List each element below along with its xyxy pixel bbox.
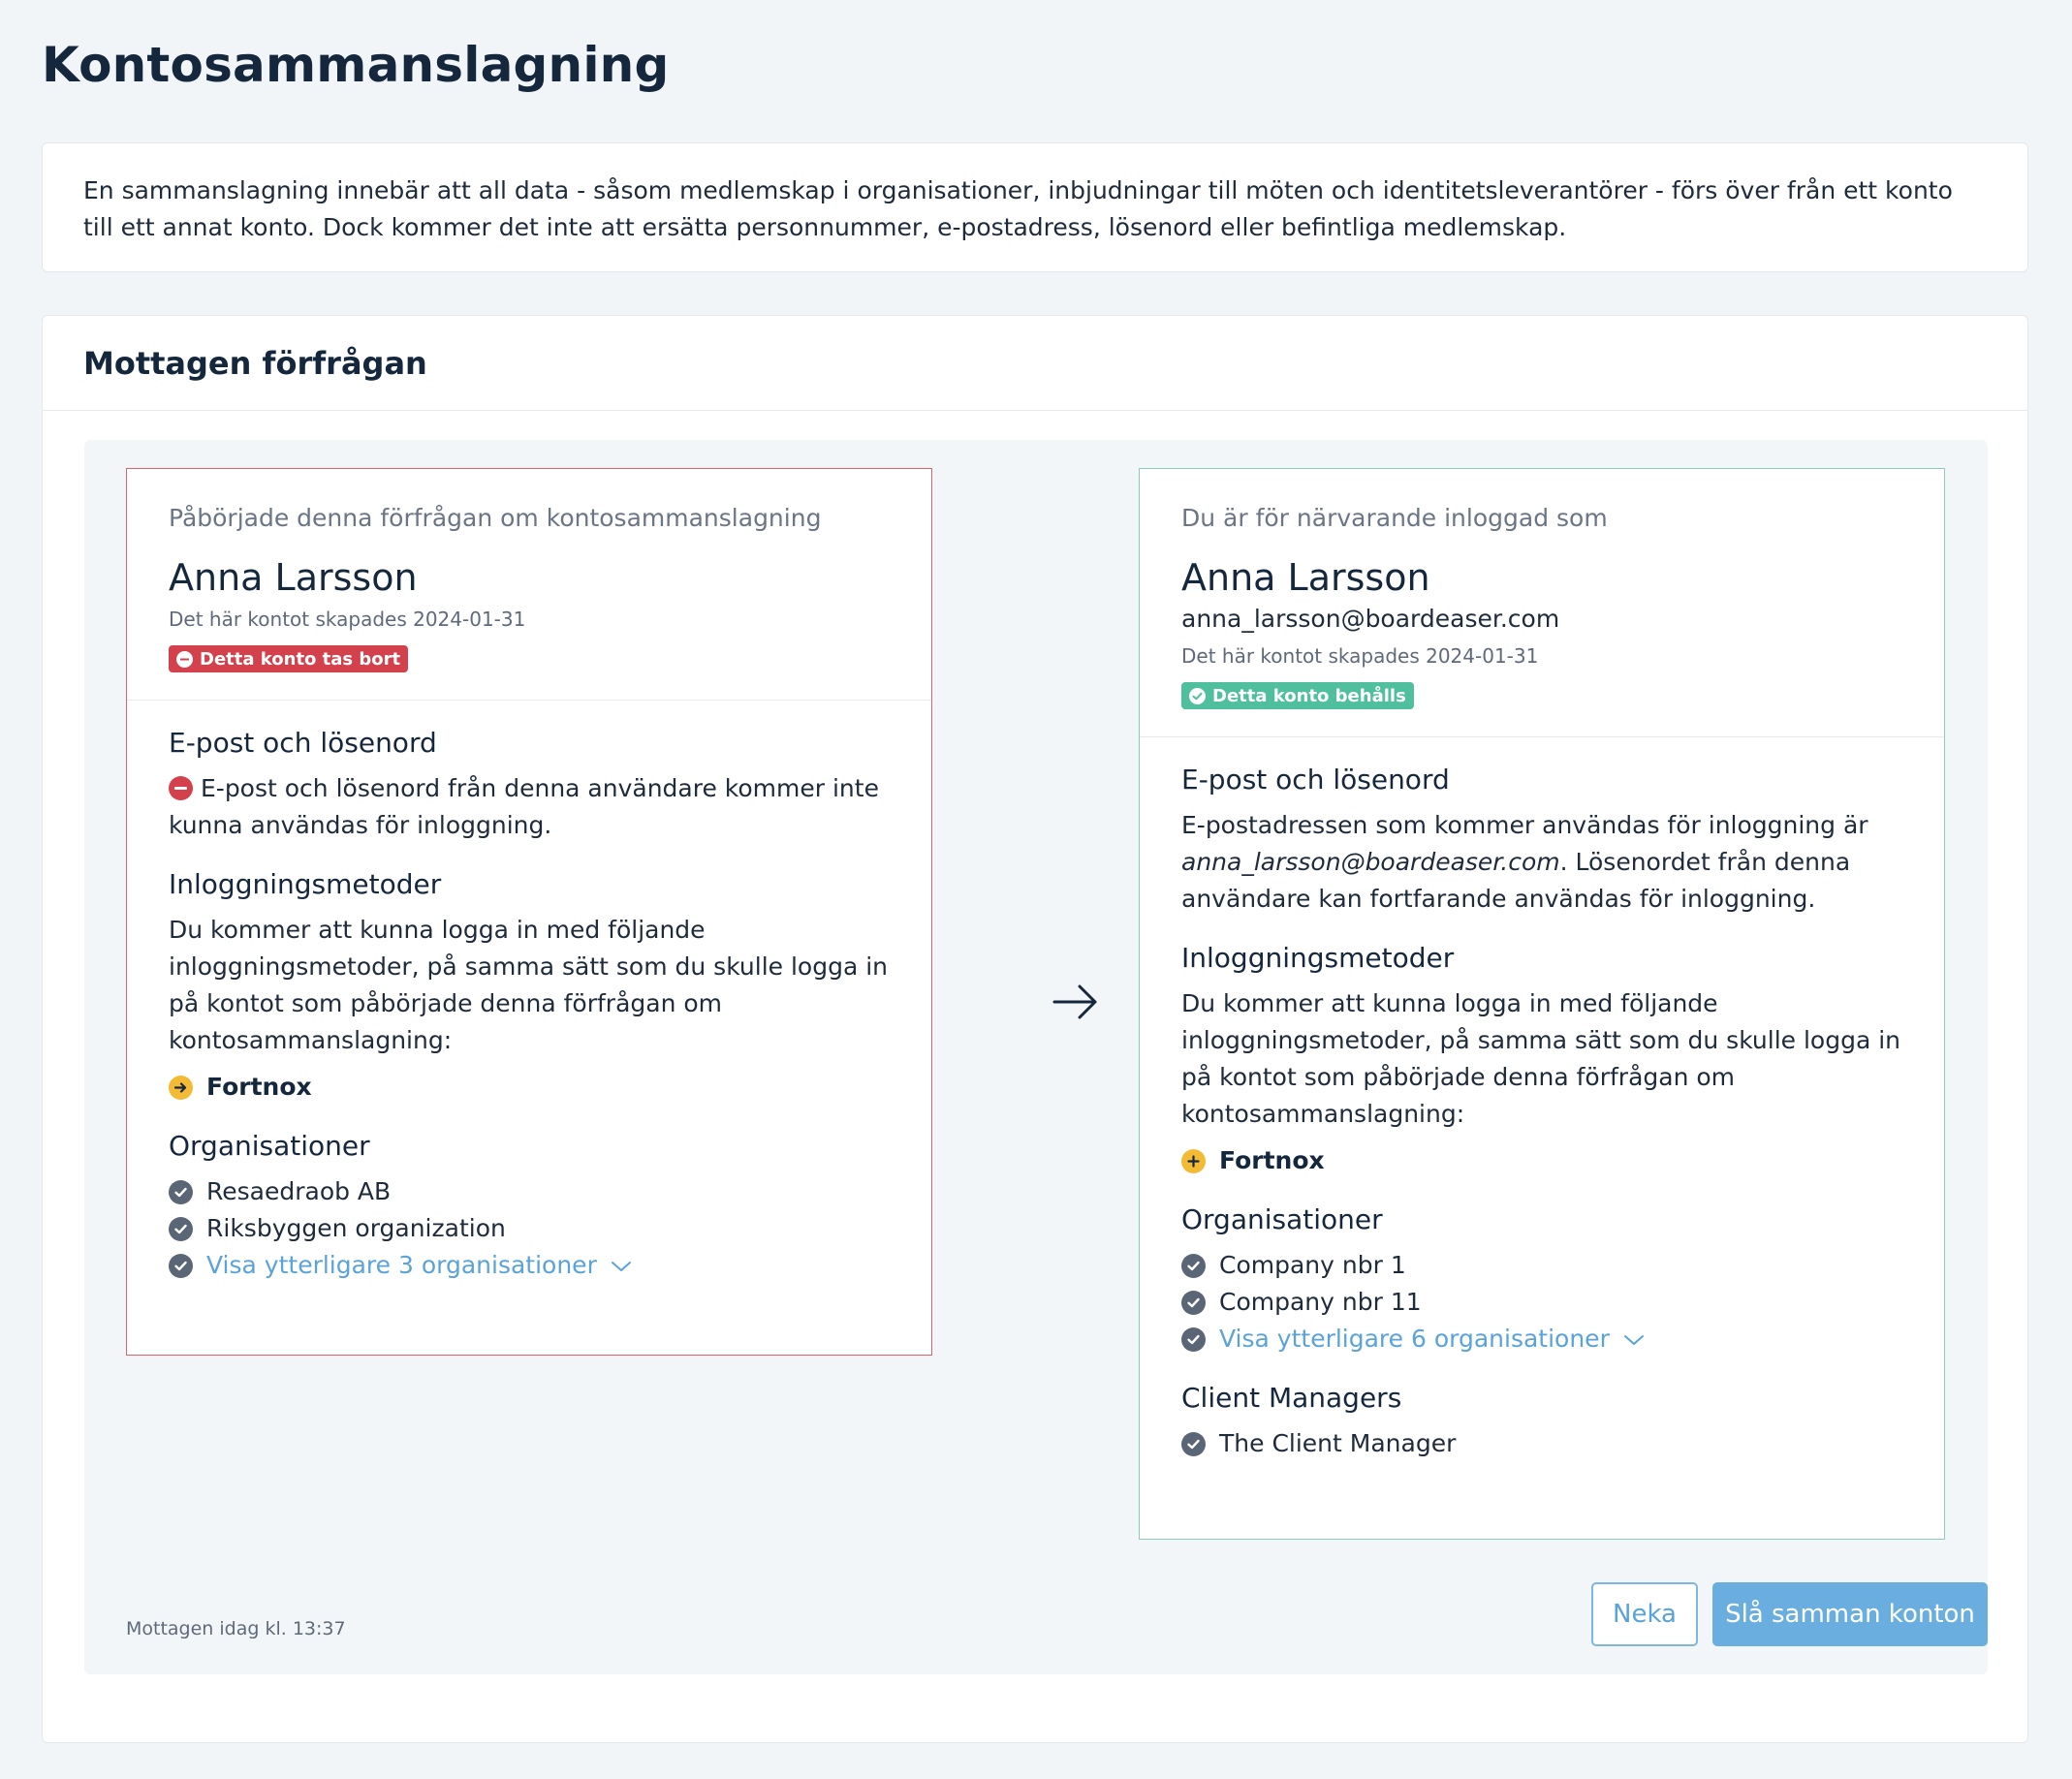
merge-accounts-button[interactable]: Slå samman konton: [1712, 1582, 1988, 1646]
arrow-right-icon: [1052, 983, 1099, 1025]
source-providers: Fortnox: [169, 1069, 890, 1106]
page-title: Kontosammanslagning: [42, 37, 670, 93]
request-title: Mottagen förfrågan: [83, 345, 427, 382]
delete-badge: Detta konto tas bort: [169, 645, 409, 672]
source-email-title: E-post och lösenord: [169, 727, 437, 759]
target-account-header: Du är för närvarande inloggad som Anna L…: [1140, 469, 1944, 737]
deny-button[interactable]: Neka: [1591, 1582, 1698, 1646]
source-account-body: E-post och lösenord E-post och lösenord …: [127, 701, 931, 1284]
request-panel: Mottagen förfrågan Påbörjade denna förfr…: [42, 315, 2028, 1743]
merge-area: Påbörjade denna förfrågan om kontosamman…: [84, 440, 1988, 1674]
target-orgs-title: Organisationer: [1181, 1203, 1383, 1235]
intro-text: En sammanslagning innebär att all data -…: [83, 176, 1953, 241]
source-email-text: E-post och lösenord från denna användare…: [169, 774, 879, 839]
check-circle-icon: [1181, 1431, 1206, 1456]
show-more-orgs-label[interactable]: Visa ytterligare 3 organisationer: [206, 1247, 597, 1284]
provider-item: Fortnox: [169, 1069, 890, 1106]
minus-circle-icon: [176, 650, 193, 668]
received-timestamp: Mottagen idag kl. 13:37: [126, 1618, 346, 1639]
check-circle-icon: [169, 1216, 193, 1241]
provider-item: Fortnox: [1181, 1142, 1902, 1179]
source-name: Anna Larsson: [169, 556, 418, 599]
keep-badge: Detta konto behålls: [1181, 682, 1414, 709]
org-item: Resaedraob AB: [169, 1173, 890, 1210]
check-circle-icon: [1181, 1253, 1206, 1278]
target-account-card: Du är för närvarande inloggad som Anna L…: [1139, 468, 1945, 1540]
check-circle-icon: [169, 1253, 193, 1278]
show-more-orgs-label[interactable]: Visa ytterligare 6 organisationer: [1219, 1321, 1610, 1358]
source-account-header: Påbörjade denna förfrågan om kontosamman…: [127, 469, 931, 701]
page: Kontosammanslagning En sammanslagning in…: [0, 0, 2072, 1779]
org-name: Company nbr 1: [1219, 1251, 1406, 1279]
intro-panel: En sammanslagning innebär att all data -…: [42, 142, 2028, 272]
target-org-list: Company nbr 1 Company nbr 11 Visa ytterl…: [1181, 1247, 1902, 1358]
org-item: Company nbr 11: [1181, 1284, 1902, 1321]
minus-circle-icon: [169, 776, 193, 800]
target-email: anna_larsson@boardeaser.com: [1181, 605, 1560, 633]
client-manager-list: The Client Manager: [1181, 1425, 1902, 1462]
chevron-down-icon[interactable]: [1623, 1321, 1645, 1358]
target-login-text: Du kommer att kunna logga in med följand…: [1181, 989, 1901, 1128]
org-name: Company nbr 11: [1219, 1288, 1422, 1316]
provider-name: Fortnox: [1219, 1146, 1325, 1174]
client-managers-title: Client Managers: [1181, 1382, 1402, 1414]
target-email-title: E-post och lösenord: [1181, 764, 1450, 796]
show-more-orgs-link[interactable]: Visa ytterligare 3 organisationer: [169, 1247, 890, 1284]
org-name: Riksbyggen organization: [206, 1214, 506, 1242]
target-email-text-block: E-postadressen som kommer användas för i…: [1181, 807, 1902, 918]
source-org-list: Resaedraob AB Riksbyggen organization Vi…: [169, 1173, 890, 1284]
check-circle-icon: [1181, 1290, 1206, 1315]
chevron-down-icon[interactable]: [611, 1247, 632, 1284]
client-manager-name: The Client Manager: [1219, 1429, 1457, 1457]
show-more-orgs-link[interactable]: Visa ytterligare 6 organisationer: [1181, 1321, 1902, 1358]
client-manager-item: The Client Manager: [1181, 1425, 1902, 1462]
provider-name: Fortnox: [206, 1073, 312, 1101]
target-login-title: Inloggningsmetoder: [1181, 942, 1455, 974]
target-caption: Du är för närvarande inloggad som: [1181, 504, 1608, 532]
source-account-card: Påbörjade denna förfrågan om kontosamman…: [126, 468, 932, 1356]
target-providers: Fortnox: [1181, 1142, 1902, 1179]
check-circle-icon: [1189, 687, 1206, 704]
org-item: Riksbyggen organization: [169, 1210, 890, 1247]
target-account-body: E-post och lösenord E-postadressen som k…: [1140, 737, 1944, 1462]
request-header: Mottagen förfrågan: [43, 316, 2027, 411]
plus-circle-icon: [1181, 1148, 1206, 1173]
delete-badge-label: Detta konto tas bort: [200, 648, 401, 670]
arrow-right-circle-icon: [169, 1075, 193, 1100]
org-item: Company nbr 1: [1181, 1247, 1902, 1284]
source-caption: Påbörjade denna förfrågan om kontosamman…: [169, 504, 822, 532]
org-name: Resaedraob AB: [206, 1177, 392, 1205]
target-email-text-email: anna_larsson@boardeaser.com: [1181, 848, 1560, 876]
source-orgs-title: Organisationer: [169, 1130, 370, 1162]
check-circle-icon: [169, 1179, 193, 1204]
check-circle-icon: [1181, 1326, 1206, 1352]
source-created: Det här kontot skapades 2024-01-31: [169, 608, 526, 631]
target-email-text-before: E-postadressen som kommer användas för i…: [1181, 811, 1868, 839]
source-login-title: Inloggningsmetoder: [169, 868, 442, 900]
target-name: Anna Larsson: [1181, 556, 1430, 599]
target-created: Det här kontot skapades 2024-01-31: [1181, 644, 1539, 668]
keep-badge-label: Detta konto behålls: [1212, 685, 1406, 706]
source-login-text: Du kommer att kunna logga in med följand…: [169, 916, 889, 1054]
source-email-text-block: E-post och lösenord från denna användare…: [169, 770, 890, 844]
